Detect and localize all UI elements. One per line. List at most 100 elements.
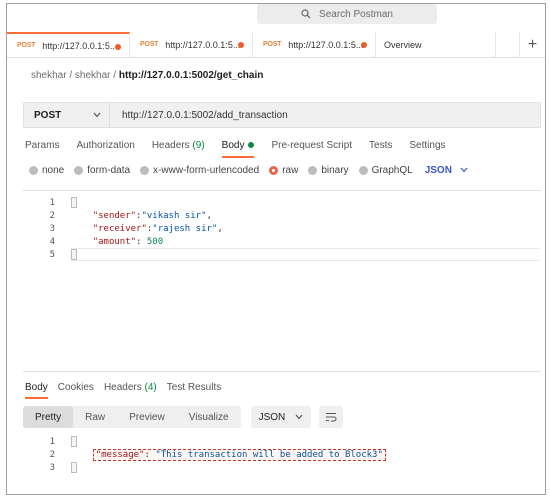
tab-body[interactable]: Body [221, 140, 255, 158]
json-key: "receiver" [92, 224, 147, 234]
new-tab-button[interactable]: + [519, 32, 545, 58]
body-format-select[interactable]: JSON [425, 165, 468, 176]
headers-count: (9) [192, 140, 205, 151]
unsaved-dot-icon [238, 42, 244, 48]
view-visualize-button[interactable]: Visualize [177, 406, 241, 428]
json-key: "sender" [92, 211, 137, 221]
breadcrumb: shekhar / shekhar / http://127.0.0.1:500… [31, 70, 263, 81]
code-line: "message": "This transaction will be add… [71, 449, 386, 462]
tab-pre-request-script[interactable]: Pre-request Script [271, 140, 352, 158]
breadcrumb-separator: / [69, 70, 73, 81]
radio-circle-icon [140, 166, 150, 175]
chevron-down-icon [295, 412, 303, 423]
tab-response-headers[interactable]: Headers (4) [104, 382, 157, 399]
tab-method: POST [17, 42, 36, 49]
code-line: { [71, 197, 223, 210]
request-tabs-bar: POST http://127.0.0.1:5... POST http://1… [7, 32, 545, 58]
brace-marker-icon [71, 436, 77, 447]
url-input[interactable]: http://127.0.0.1:5002/add_transaction [110, 110, 288, 121]
body-indicator-dot-icon [248, 142, 255, 149]
tab-cookies[interactable]: Cookies [58, 382, 94, 399]
response-headers-count: (4) [144, 382, 157, 393]
code-line: } [71, 462, 386, 475]
tab-headers-label: Headers [151, 140, 190, 151]
breadcrumb-workspace[interactable]: shekhar [31, 70, 67, 81]
method-label: POST [34, 109, 62, 121]
radio-label: none [42, 165, 65, 176]
response-message-line: "message": "This transaction will be add… [92, 449, 386, 461]
tab-request-2[interactable]: POST http://127.0.0.1:5... [130, 32, 253, 57]
breadcrumb-separator: / [113, 70, 117, 81]
tab-headers[interactable]: Headers (9) [152, 140, 205, 158]
radio-graphql[interactable]: GraphQL [358, 165, 413, 176]
json-key: "amount" [92, 237, 137, 247]
view-preview-button[interactable]: Preview [117, 406, 177, 428]
response-body-viewer[interactable]: 1 2 3 { "message": "This transaction wil… [23, 434, 541, 484]
code-line: "receiver":"rajesh sir", [92, 224, 223, 234]
radio-urlencoded[interactable]: x-www-form-urlencoded [140, 165, 259, 176]
tab-overview[interactable]: Overview [376, 32, 496, 57]
search-input[interactable]: Search Postman [257, 4, 437, 24]
brace-marker-icon [71, 249, 77, 260]
radio-binary[interactable]: binary [308, 165, 349, 176]
response-tabs: Body Cookies Headers (4) Test Results [25, 382, 231, 399]
wrap-lines-button[interactable] [319, 406, 344, 428]
json-key: "message" [95, 450, 145, 460]
line-number: 3 [49, 463, 55, 473]
code-lines: { "sender":"vikash sir", "receiver":"raj… [71, 197, 223, 262]
code-line: } [71, 249, 223, 262]
line-number: 5 [49, 250, 55, 260]
line-number: 1 [49, 437, 55, 447]
response-format-label: JSON [258, 411, 286, 423]
code-line: "sender":"vikash sir", [92, 211, 212, 221]
search-placeholder: Search Postman [319, 8, 393, 20]
line-number: 2 [49, 450, 55, 460]
body-type-options: none form-data x-www-form-urlencoded raw… [29, 165, 468, 176]
request-body-editor[interactable]: 1 2 3 4 5 { "sender":"vikash sir", "rece… [23, 190, 541, 372]
request-sub-tabs: Params Authorization Headers (9) Body Pr… [25, 140, 463, 158]
json-value: 500 [146, 237, 164, 247]
tab-tests[interactable]: Tests [369, 140, 392, 158]
tab-test-results[interactable]: Test Results [167, 382, 221, 399]
tab-params[interactable]: Params [25, 140, 59, 158]
request-url-bar: POST http://127.0.0.1:5002/add_transacti… [23, 102, 541, 128]
radio-circle-icon [74, 166, 84, 175]
search-icon [301, 9, 311, 19]
radio-circle-icon [358, 166, 368, 175]
chevron-down-icon [460, 165, 468, 176]
wrap-lines-icon [326, 413, 337, 422]
tab-authorization[interactable]: Authorization [76, 140, 134, 158]
line-number: 1 [49, 198, 55, 208]
line-number: 3 [49, 224, 55, 234]
radio-form-data[interactable]: form-data [74, 165, 130, 176]
line-numbers: 1 2 3 [23, 436, 61, 475]
breadcrumb-current: http://127.0.0.1:5002/get_chain [118, 70, 264, 81]
json-value: "This transaction will be added to Block… [155, 450, 383, 460]
postman-window: Search Postman POST http://127.0.0.1:5..… [6, 3, 546, 495]
code-line: { [71, 436, 386, 449]
radio-none[interactable]: none [29, 165, 64, 176]
radio-raw[interactable]: raw [269, 165, 298, 176]
radio-label: x-www-form-urlencoded [153, 165, 260, 176]
code-lines: { "message": "This transaction will be a… [71, 436, 386, 475]
line-number: 2 [49, 211, 55, 221]
tab-response-headers-label: Headers [103, 382, 142, 393]
tab-response-body[interactable]: Body [25, 382, 48, 399]
radio-circle-icon [29, 166, 38, 175]
code-line: "amount": 500 [92, 237, 164, 247]
tab-settings[interactable]: Settings [409, 140, 445, 158]
response-format-select[interactable]: JSON [250, 406, 312, 428]
view-pretty-button[interactable]: Pretty [23, 406, 74, 428]
tab-url: http://127.0.0.1:5... [288, 39, 364, 50]
brace-marker-icon [71, 462, 77, 473]
radio-circle-icon [308, 166, 318, 175]
method-select[interactable]: POST [24, 103, 110, 127]
tab-request-1[interactable]: POST http://127.0.0.1:5... [7, 32, 130, 57]
tab-request-3[interactable]: POST http://127.0.0.1:5... [253, 32, 376, 57]
radio-label: GraphQL [371, 165, 413, 176]
breadcrumb-collection[interactable]: shekhar [75, 70, 111, 81]
line-number: 4 [49, 237, 55, 247]
radio-label: binary [321, 165, 349, 176]
tab-method: POST [140, 41, 159, 48]
view-raw-button[interactable]: Raw [73, 406, 117, 428]
